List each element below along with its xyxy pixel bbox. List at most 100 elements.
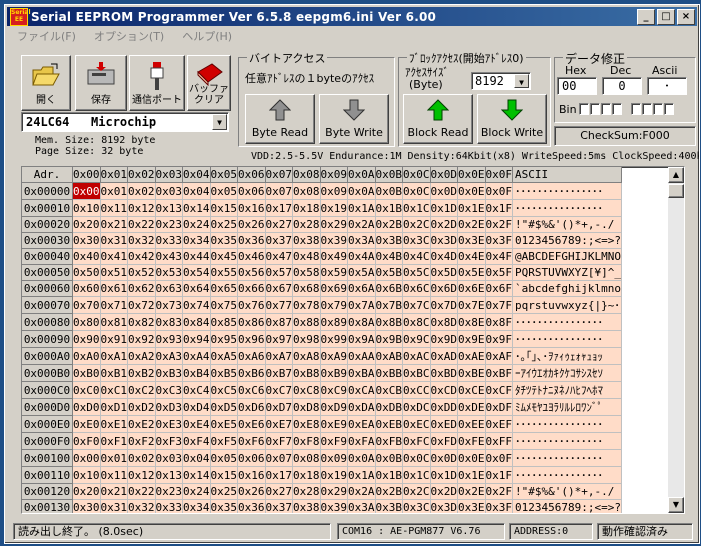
data-cell[interactable]: 0x0F — [485, 449, 513, 467]
data-cell[interactable]: 0xCF — [485, 381, 513, 399]
data-cell[interactable]: 0x4C — [402, 248, 431, 265]
data-cell[interactable]: 0x68 — [292, 280, 321, 297]
data-cell[interactable]: 0xF7 — [265, 432, 293, 450]
data-cell[interactable]: 0x2D — [430, 483, 458, 500]
data-cell[interactable]: 0x6A — [347, 280, 376, 297]
data-cell[interactable]: 0xF8 — [292, 432, 321, 450]
data-cell[interactable]: 0x9B — [375, 330, 403, 348]
data-cell[interactable]: 0x96 — [237, 330, 266, 348]
data-cell[interactable]: 0x22 — [127, 483, 156, 500]
data-cell[interactable]: 0x7E — [457, 296, 486, 314]
data-cell[interactable]: 0x28 — [292, 483, 321, 500]
data-cell[interactable]: 0xC9 — [320, 381, 348, 399]
data-cell[interactable]: 0x0B — [375, 182, 403, 200]
data-cell[interactable]: 0x0D — [430, 182, 458, 200]
data-cell[interactable]: 0xF5 — [210, 432, 238, 450]
data-cell[interactable]: 0xFE — [457, 432, 486, 450]
data-cell[interactable]: 0x69 — [320, 280, 348, 297]
data-cell[interactable]: 0x95 — [210, 330, 238, 348]
data-cell[interactable]: 0x07 — [265, 449, 293, 467]
data-cell[interactable]: 0x20 — [72, 483, 101, 500]
data-cell[interactable]: 0x89 — [320, 313, 348, 331]
chevron-down-icon[interactable]: ▼ — [514, 74, 529, 88]
data-cell[interactable]: 0xEF — [485, 415, 513, 433]
data-cell[interactable]: 0xFA — [347, 432, 376, 450]
data-cell[interactable]: 0x25 — [210, 216, 238, 233]
data-cell[interactable]: 0x1D — [430, 199, 458, 217]
data-cell[interactable]: 0xE4 — [182, 415, 211, 433]
data-cell[interactable]: 0x92 — [127, 330, 156, 348]
data-cell[interactable]: 0xDE — [457, 398, 486, 416]
data-cell[interactable]: 0x86 — [237, 313, 266, 331]
data-cell[interactable]: 0xE2 — [127, 415, 156, 433]
data-cell[interactable]: 0x02 — [127, 449, 156, 467]
data-cell[interactable]: 0x3F — [485, 232, 513, 249]
data-cell[interactable]: 0xC6 — [237, 381, 266, 399]
port-button[interactable]: 通信ポート — [129, 55, 185, 111]
data-cell[interactable]: 0x12 — [127, 466, 156, 484]
data-cell[interactable]: 0x3E — [457, 499, 486, 513]
data-cell[interactable]: 0x0C — [402, 449, 431, 467]
data-cell[interactable]: 0x16 — [237, 199, 266, 217]
bin-bit-5[interactable] — [601, 103, 611, 115]
data-cell[interactable]: 0x90 — [72, 330, 101, 348]
data-cell[interactable]: 0xFD — [430, 432, 458, 450]
data-cell[interactable]: 0x1B — [375, 466, 403, 484]
data-cell[interactable]: 0x31 — [100, 232, 128, 249]
data-cell[interactable]: 0x24 — [182, 216, 211, 233]
data-cell[interactable]: 0xB9 — [320, 364, 348, 382]
data-cell[interactable]: 0x2E — [457, 216, 486, 233]
data-cell[interactable]: 0x51 — [100, 264, 128, 281]
data-cell[interactable]: 0x5B — [375, 264, 403, 281]
data-cell[interactable]: 0x23 — [155, 483, 183, 500]
data-cell[interactable]: 0xB0 — [72, 364, 101, 382]
data-cell[interactable]: 0x82 — [127, 313, 156, 331]
hex-input[interactable]: 00 — [557, 77, 597, 95]
data-cell[interactable]: 0xD4 — [182, 398, 211, 416]
data-cell[interactable]: 0xF2 — [127, 432, 156, 450]
buffer-clear-button[interactable]: バッファ クリア — [187, 55, 231, 111]
scroll-down-arrow-icon[interactable]: ▼ — [668, 497, 684, 513]
data-cell[interactable]: 0x49 — [320, 248, 348, 265]
title-bar[interactable]: Serial EE Serial EEPROM Programmer Ver 6.… — [7, 7, 697, 26]
menu-file[interactable]: ファイル(F) — [17, 28, 76, 46]
data-cell[interactable]: 0x37 — [265, 499, 293, 513]
data-cell[interactable]: 0xD8 — [292, 398, 321, 416]
data-cell[interactable]: 0xF9 — [320, 432, 348, 450]
data-cell[interactable]: 0xF4 — [182, 432, 211, 450]
data-cell[interactable]: 0x44 — [182, 248, 211, 265]
bin-bit-0[interactable] — [664, 103, 674, 115]
data-cell[interactable]: 0xCC — [402, 381, 431, 399]
data-cell[interactable]: 0x1A — [347, 466, 376, 484]
data-cell[interactable]: 0x7D — [430, 296, 458, 314]
data-cell[interactable]: 0x61 — [100, 280, 128, 297]
data-cell[interactable]: 0x1D — [430, 466, 458, 484]
data-cell[interactable]: 0xC3 — [155, 381, 183, 399]
data-cell[interactable]: 0x0F — [485, 182, 513, 200]
data-cell[interactable]: 0x64 — [182, 280, 211, 297]
data-cell[interactable]: 0xE1 — [100, 415, 128, 433]
data-cell[interactable]: 0xDF — [485, 398, 513, 416]
data-cell[interactable]: 0x66 — [237, 280, 266, 297]
data-cell[interactable]: 0x48 — [292, 248, 321, 265]
data-cell[interactable]: 0x18 — [292, 466, 321, 484]
data-cell[interactable]: 0xFF — [485, 432, 513, 450]
data-cell[interactable]: 0x76 — [237, 296, 266, 314]
data-cell[interactable]: 0x59 — [320, 264, 348, 281]
data-cell[interactable]: 0xD6 — [237, 398, 266, 416]
data-cell[interactable]: 0xC8 — [292, 381, 321, 399]
data-cell[interactable]: 0xBD — [430, 364, 458, 382]
data-cell[interactable]: 0x13 — [155, 466, 183, 484]
data-cell[interactable]: 0x36 — [237, 499, 266, 513]
data-cell[interactable]: 0x3E — [457, 232, 486, 249]
data-cell[interactable]: 0xBE — [457, 364, 486, 382]
data-cell[interactable]: 0x8E — [457, 313, 486, 331]
data-cell[interactable]: 0x8D — [430, 313, 458, 331]
data-cell[interactable]: 0x1B — [375, 199, 403, 217]
data-cell[interactable]: 0x45 — [210, 248, 238, 265]
data-cell[interactable]: 0x25 — [210, 483, 238, 500]
data-cell[interactable]: 0x31 — [100, 499, 128, 513]
data-cell[interactable]: 0x17 — [265, 199, 293, 217]
block-size-select[interactable]: 8192 ▼ — [471, 72, 531, 90]
data-cell[interactable]: 0x4B — [375, 248, 403, 265]
